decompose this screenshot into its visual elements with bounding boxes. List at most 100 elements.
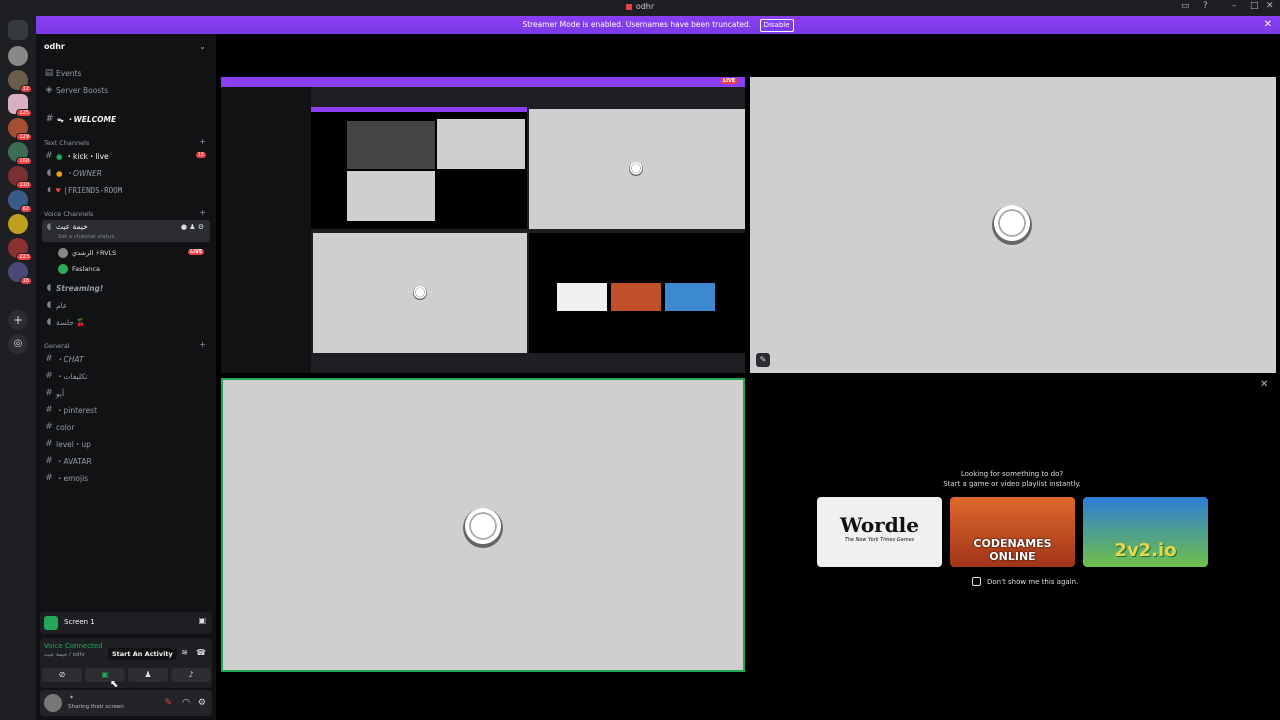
server-icon[interactable]: 160	[8, 142, 32, 165]
server-badge: 62	[19, 205, 32, 213]
banner-text: Streamer Mode is enabled. Usernames have…	[522, 20, 752, 29]
hash-icon: #	[45, 473, 53, 483]
server-name[interactable]: odhr	[44, 42, 65, 51]
hash-icon: #	[45, 371, 53, 381]
server-boosts-item[interactable]: ◈ Server Boosts	[42, 82, 210, 98]
speaker-icon: ◖	[46, 222, 52, 232]
server-badge: 160	[16, 157, 32, 165]
category-text-channels[interactable]: Text Channels	[44, 139, 89, 147]
activity-tooltip: Start An Activity	[108, 648, 177, 660]
live-badge: LIVE	[188, 249, 205, 255]
add-channel-icon[interactable]: +	[199, 208, 206, 217]
server-icon[interactable]: 125	[8, 94, 32, 117]
disconnect-icon[interactable]: ☎	[196, 648, 206, 657]
avatar	[463, 508, 503, 548]
activity-button[interactable]: ♟	[128, 668, 168, 682]
channel-chat[interactable]: # ・CHAT	[42, 351, 210, 367]
user-status: Sharing their screen	[68, 704, 124, 710]
wordle-card[interactable]: Wordle The New York Times Games	[817, 497, 942, 567]
headphones-icon[interactable]: ◠	[182, 698, 190, 708]
channel-welcome[interactable]: # ᯓ ・WELCOME	[42, 111, 210, 127]
channel-status[interactable]: Set a channel status	[58, 234, 114, 240]
events-item[interactable]: ▤ Events	[42, 65, 210, 81]
hash-icon: #	[45, 439, 53, 449]
stop-stream-icon[interactable]: ▣	[198, 616, 206, 625]
discover-icon[interactable]: ◎	[8, 334, 28, 354]
channel-actions-icon[interactable]: ● ♟ ⚙	[181, 223, 204, 231]
add-channel-icon[interactable]: +	[199, 137, 206, 146]
screen-share-button[interactable]: ▣	[85, 668, 125, 682]
add-channel-icon[interactable]: +	[199, 340, 206, 349]
self-tile[interactable]	[221, 378, 745, 672]
channel-friends-room[interactable]: ◖ ♥ |FRIENDS-ROOM	[42, 182, 210, 198]
codenames-card[interactable]: CODENAMES ONLINE	[950, 497, 1075, 567]
avatar[interactable]	[44, 694, 62, 712]
server-icon[interactable]: 223	[8, 238, 32, 261]
server-icon[interactable]: 12	[8, 70, 32, 93]
disable-button[interactable]: Disable	[759, 19, 794, 32]
server-icon[interactable]	[8, 46, 28, 66]
channel-emojis[interactable]: # ・emojis	[42, 470, 210, 486]
voice-channel-streaming[interactable]: ◖ Streaming!	[42, 280, 210, 296]
hash-icon: #	[45, 114, 53, 124]
speaker-icon: ◖	[46, 185, 52, 195]
soundboard-button[interactable]: ♪	[171, 668, 211, 682]
close-icon[interactable]: ✕	[1260, 379, 1268, 390]
voice-connected-label[interactable]: Voice Connected	[44, 642, 103, 650]
activity-line-2: Start a game or video playlist instantly…	[943, 480, 1081, 488]
channel-pinterest[interactable]: # ・pinterest	[42, 402, 210, 418]
minimize-button[interactable]: –	[1232, 1, 1237, 11]
camera-button[interactable]: ⊘	[42, 668, 82, 682]
voice-channel-session[interactable]: ◖ جلسة 🍒	[42, 314, 210, 330]
server-icon[interactable]: 129	[8, 118, 32, 141]
noise-suppression-icon[interactable]: ≋	[181, 648, 188, 657]
channel-level-up[interactable]: # level・up	[42, 436, 210, 452]
stream-tile[interactable]: LIVE	[221, 77, 745, 373]
add-server-icon[interactable]: +	[8, 310, 28, 330]
speaker-icon: ◖	[46, 168, 52, 178]
banner-close-icon[interactable]: ✕	[1264, 16, 1272, 34]
activity-prompt: Looking for something to do? Start a gam…	[816, 469, 1208, 489]
voice-channel-path[interactable]: خيمة عيث / odhr	[44, 652, 85, 658]
server-icon[interactable]	[8, 214, 28, 234]
server-icon[interactable]: 110	[8, 166, 32, 189]
checkbox[interactable]	[972, 577, 981, 586]
channel-assignments[interactable]: # ・تكليفات	[42, 368, 210, 384]
help-icon[interactable]: ?	[1203, 1, 1208, 11]
channel-kick-live[interactable]: # ● ・kick・live	[42, 148, 210, 164]
screen-icon	[44, 616, 58, 630]
mini-sidebar	[221, 87, 311, 373]
gear-icon[interactable]: ⚙	[198, 698, 206, 708]
category-general[interactable]: General	[44, 342, 70, 350]
voice-user[interactable]: الرشدي ⚡RVLS	[58, 248, 116, 258]
server-badge: 125	[16, 109, 32, 117]
channel-color[interactable]: # color	[42, 419, 210, 435]
channel-owner[interactable]: ◖ ● ・OWNER	[42, 165, 210, 181]
category-voice-channels[interactable]: Voice Channels	[44, 210, 93, 218]
discord-home-icon[interactable]	[8, 20, 28, 40]
participant-tile[interactable]: ✎	[750, 77, 1276, 373]
screen-share-panel: Screen 1 ▣	[40, 612, 212, 634]
channel-avatar[interactable]: # ・AVATAR	[42, 453, 210, 469]
speaker-icon: ◖	[46, 283, 52, 293]
inbox-icon[interactable]: ▭	[1181, 1, 1190, 11]
voice-user[interactable]: Faslanca	[58, 264, 100, 274]
dont-show-checkbox[interactable]: Don't show me this again.	[972, 577, 1078, 586]
2v2-card[interactable]: 2v2.io	[1083, 497, 1208, 567]
server-icon[interactable]: 18	[8, 262, 32, 285]
calendar-icon: ▤	[44, 68, 54, 78]
window-titlebar: odhr ▭ ? – □ ✕	[0, 0, 1280, 16]
server-badge: 110	[16, 181, 32, 189]
channel-abu[interactable]: # أبو	[42, 385, 210, 401]
user-panel: * Sharing their screen ✎ ◠ ⚙	[40, 690, 212, 716]
avatar	[413, 286, 427, 300]
mute-icon[interactable]: ✎	[164, 698, 172, 708]
maximize-button[interactable]: □	[1250, 1, 1259, 11]
window-title: odhr	[635, 2, 655, 11]
close-window-button[interactable]: ✕	[1266, 1, 1274, 11]
chevron-down-icon[interactable]: ⌄	[199, 42, 206, 51]
voice-channel-general[interactable]: ◖ عام	[42, 297, 210, 313]
server-icon[interactable]: 62	[8, 190, 32, 213]
mute-icon: ✎	[756, 353, 770, 367]
speaker-icon: ◖	[46, 300, 52, 310]
